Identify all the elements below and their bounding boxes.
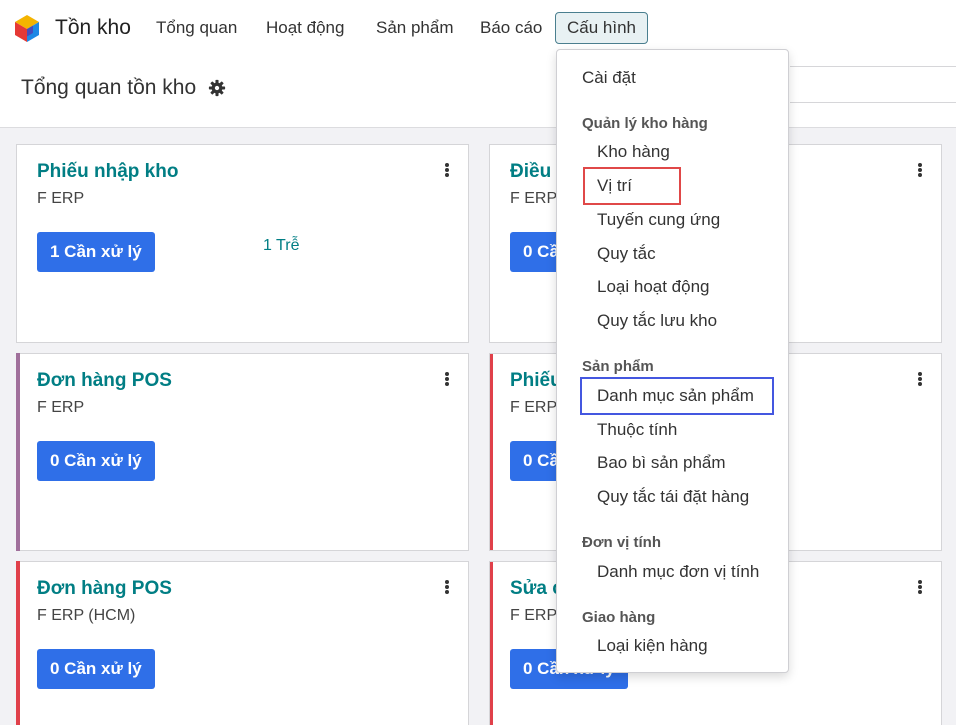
- highlight-box-blue: [580, 377, 774, 415]
- kebab-menu-icon[interactable]: [445, 163, 449, 177]
- gear-icon[interactable]: [208, 79, 226, 97]
- kebab-menu-icon[interactable]: [445, 372, 449, 386]
- section-header-delivery: Giao hàng: [582, 609, 656, 626]
- card-company: F ERP: [510, 399, 558, 416]
- menu-item-packagings[interactable]: Bao bì sản phẩm: [597, 453, 726, 473]
- kebab-menu-icon[interactable]: [918, 163, 922, 177]
- card-company: F ERP: [510, 607, 558, 624]
- card-company: F ERP: [37, 190, 85, 207]
- kebab-menu-icon[interactable]: [918, 372, 922, 386]
- to-process-button[interactable]: 1 Cần xử lý: [37, 232, 155, 272]
- configuration-dropdown: Cài đặt Quản lý kho hàng Kho hàng Vị trí…: [556, 49, 789, 673]
- control-panel: Tổng quan tồn kho: [0, 56, 956, 128]
- top-navbar: Tồn kho Tổng quan Hoạt động Sản phẩm Báo…: [0, 0, 956, 56]
- menu-item-rules[interactable]: Quy tắc: [597, 244, 656, 264]
- to-process-button[interactable]: 0 Cần xử lý: [37, 649, 155, 689]
- operation-card[interactable]: Đơn hàng POS F ERP (HCM) 0 Cần xử lý: [16, 561, 469, 725]
- kebab-menu-icon[interactable]: [445, 580, 449, 594]
- operation-card[interactable]: Đơn hàng POS F ERP 0 Cần xử lý: [16, 353, 469, 551]
- card-title[interactable]: Đơn hàng POS: [37, 370, 172, 392]
- menu-item-warehouses[interactable]: Kho hàng: [597, 142, 670, 162]
- card-title[interactable]: Điều: [510, 161, 551, 183]
- menu-configuration[interactable]: Cấu hình: [555, 12, 648, 44]
- color-stripe: [16, 353, 20, 551]
- app-name[interactable]: Tồn kho: [55, 16, 131, 40]
- to-process-button[interactable]: 0 Cần xử lý: [37, 441, 155, 481]
- inventory-app-icon[interactable]: [13, 13, 41, 43]
- kebab-menu-icon[interactable]: [918, 580, 922, 594]
- card-title[interactable]: Đơn hàng POS: [37, 578, 172, 600]
- menu-item-routes[interactable]: Tuyến cung ứng: [597, 210, 720, 230]
- card-title[interactable]: Sửa c: [510, 578, 563, 600]
- color-stripe: [490, 562, 493, 725]
- section-header-products: Sản phẩm: [582, 358, 654, 375]
- color-stripe: [490, 354, 493, 550]
- menu-item-uom-categories[interactable]: Danh mục đơn vị tính: [597, 562, 759, 582]
- menu-operations[interactable]: Hoạt động: [266, 18, 344, 38]
- card-title[interactable]: Phiếu nhập kho: [37, 161, 178, 183]
- section-header-uom: Đơn vị tính: [582, 534, 661, 551]
- search-bar-edge: [790, 66, 956, 67]
- menu-reporting[interactable]: Báo cáo: [480, 18, 542, 38]
- color-stripe: [16, 561, 20, 725]
- card-title[interactable]: Phiếu: [510, 370, 562, 392]
- menu-item-attributes[interactable]: Thuộc tính: [597, 420, 677, 440]
- menu-item-reordering-rules[interactable]: Quy tắc tái đặt hàng: [597, 487, 749, 507]
- section-header-warehouse: Quản lý kho hàng: [582, 115, 708, 132]
- menu-overview[interactable]: Tổng quan: [156, 18, 237, 38]
- menu-item-operation-types[interactable]: Loại hoạt động: [597, 277, 710, 297]
- menu-item-settings[interactable]: Cài đặt: [582, 68, 636, 88]
- operation-card[interactable]: Phiếu nhập kho F ERP 1 Cần xử lý 1 Trễ: [16, 144, 469, 343]
- late-link[interactable]: 1 Trễ: [263, 237, 299, 255]
- card-company: F ERP: [510, 190, 558, 207]
- highlight-box-red: [583, 167, 681, 205]
- page-title: Tổng quan tồn kho: [21, 76, 197, 99]
- menu-item-putaway-rules[interactable]: Quy tắc lưu kho: [597, 311, 717, 331]
- menu-products[interactable]: Sản phẩm: [376, 18, 454, 38]
- menu-item-package-types[interactable]: Loại kiện hàng: [597, 636, 708, 656]
- search-bar-edge: [790, 102, 956, 103]
- card-company: F ERP (HCM): [37, 607, 136, 624]
- card-company: F ERP: [37, 399, 85, 416]
